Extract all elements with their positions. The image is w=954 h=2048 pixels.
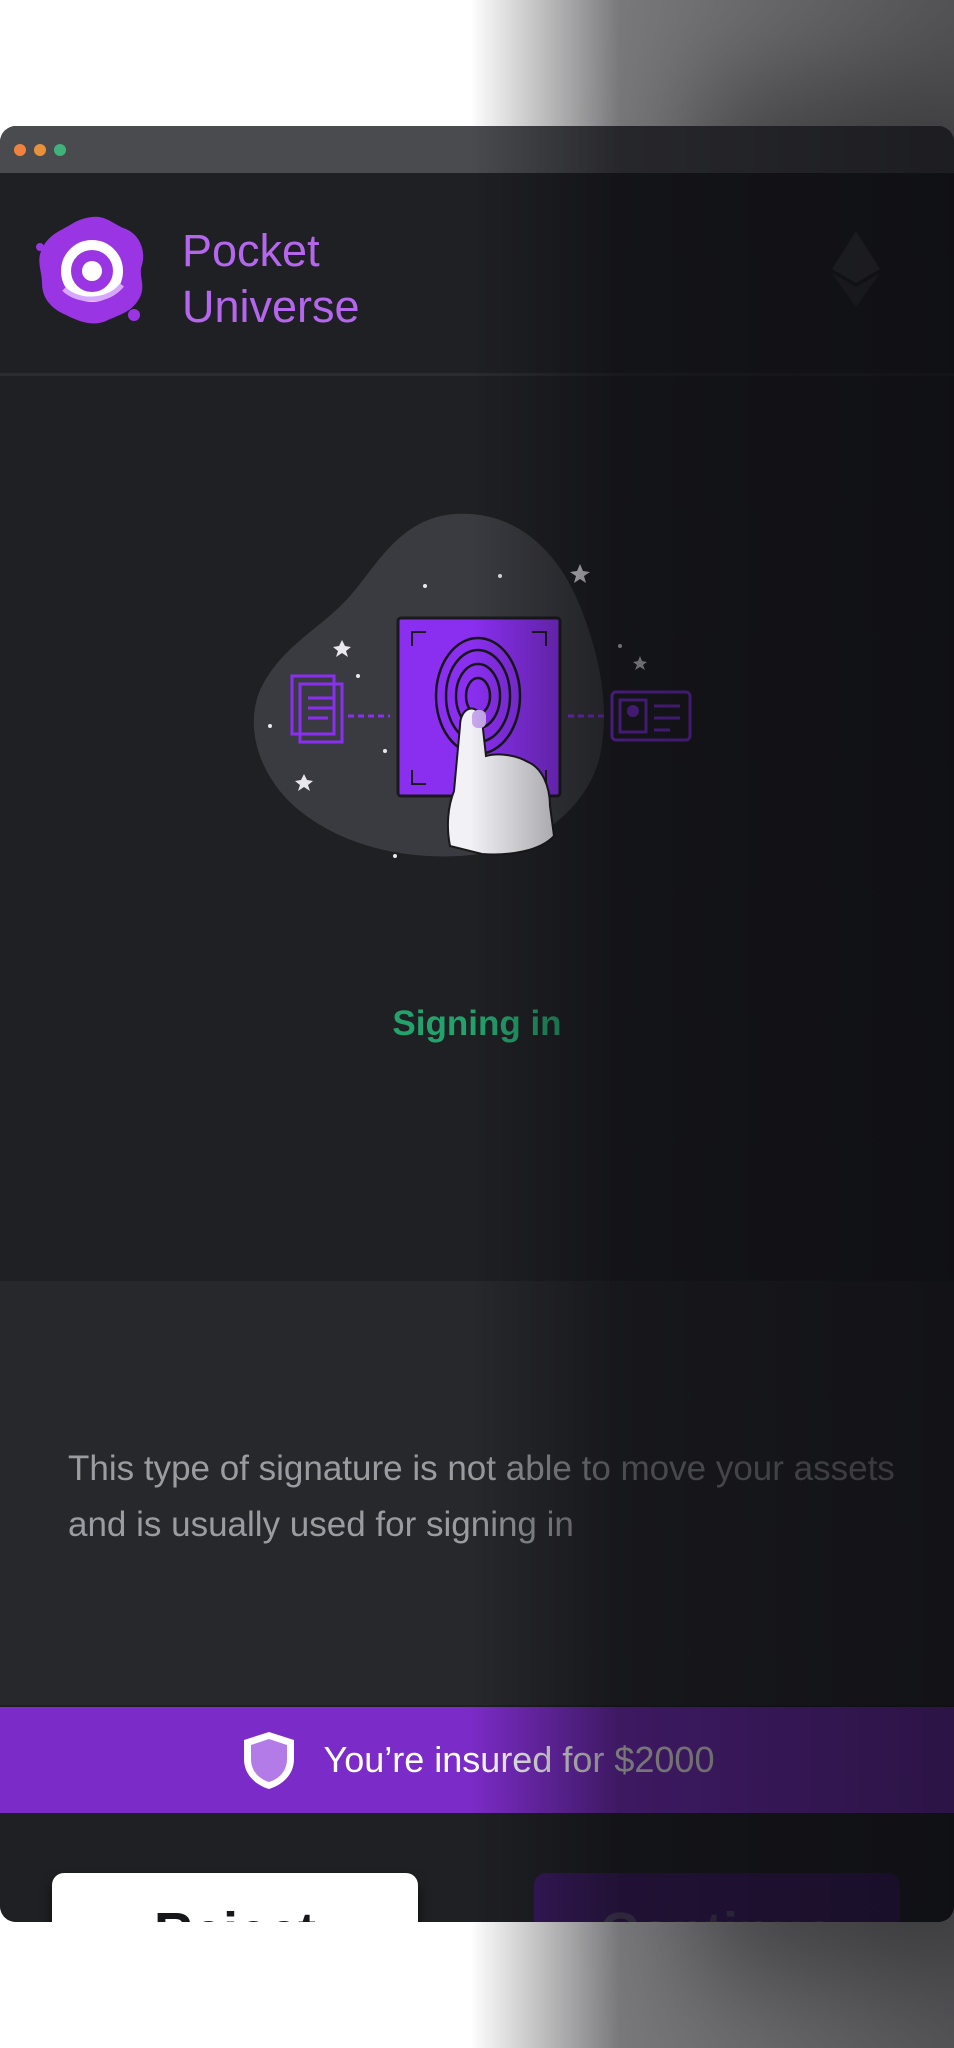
- info-panel: This type of signature is not able to mo…: [0, 1281, 954, 1705]
- title-bar: [0, 126, 954, 173]
- header: Pocket Universe: [0, 173, 954, 376]
- insurance-text: You’re insured for $2000: [323, 1739, 715, 1780]
- pocket-universe-logo-icon: [36, 216, 144, 324]
- extension-window: Pocket Universe Signing in This type of …: [0, 126, 954, 1922]
- action-footer: Reject Continue: [0, 1813, 954, 1922]
- signature-description: This type of signature is not able to mo…: [68, 1449, 895, 1544]
- brand-name: Pocket Universe: [182, 223, 360, 335]
- reject-button[interactable]: Reject: [52, 1873, 418, 1922]
- continue-button[interactable]: Continue: [534, 1873, 900, 1922]
- hero-section: Signing in: [0, 376, 954, 1197]
- minimize-window-dot[interactable]: [34, 143, 46, 156]
- maximize-window-dot[interactable]: [54, 143, 66, 156]
- shield-icon: [243, 1732, 294, 1789]
- ethereum-icon[interactable]: [832, 231, 880, 307]
- signing-status: Signing in: [392, 1004, 562, 1043]
- close-window-dot[interactable]: [14, 143, 26, 156]
- insurance-banner: You’re insured for $2000: [0, 1707, 954, 1813]
- brand-line-1: Pocket: [182, 225, 320, 276]
- brand-line-2: Universe: [182, 281, 360, 332]
- fingerprint-signing-illustration-icon: [253, 513, 692, 858]
